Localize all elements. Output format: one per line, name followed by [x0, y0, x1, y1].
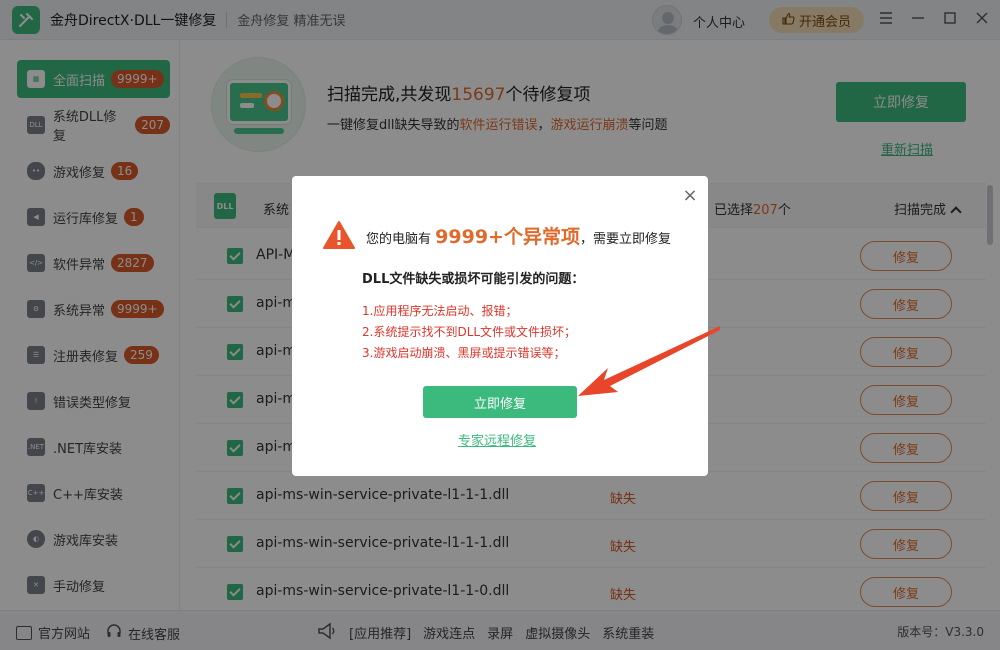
issue-item: 1.应用程序无法启动、报错；: [362, 304, 518, 318]
dialog-title-prefix: 您的电脑有: [366, 232, 432, 247]
dialog-fix-now-button[interactable]: 立即修复: [423, 386, 577, 418]
dialog-title: 您的电脑有 9999+个异常项，需要立即修复: [366, 222, 671, 249]
pointer-arrow-icon: [578, 326, 720, 396]
issue-list: 1.应用程序无法启动、报错； 2.系统提示找不到DLL文件或文件损坏； 3.游戏…: [362, 301, 576, 364]
dialog-issue-count: 9999+个异常项: [435, 226, 580, 248]
expert-remote-link[interactable]: 专家远程修复: [458, 430, 536, 449]
warning-icon: [322, 220, 356, 250]
dialog-question: DLL文件缺失或损坏可能引发的问题：: [362, 272, 585, 287]
issue-item: 3.游戏启动崩溃、黑屏或提示错误等；: [362, 346, 566, 360]
close-icon[interactable]: ×: [680, 186, 700, 206]
dialog-title-suffix: ，需要立即修复: [579, 232, 671, 247]
issue-item: 2.系统提示找不到DLL文件或文件损坏；: [362, 325, 577, 339]
